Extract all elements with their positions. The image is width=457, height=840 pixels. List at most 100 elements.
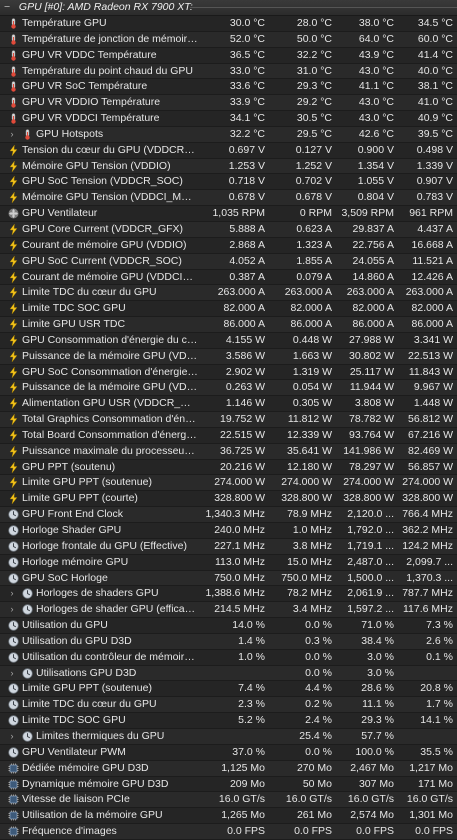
sensor-row[interactable]: GPU Consommation d'énergie du cœur ... 4.… xyxy=(0,333,457,349)
sensor-row[interactable]: Dynamique mémoire GPU D3D 209 Mo 50 Mo 307 … xyxy=(0,777,457,793)
sensor-row[interactable]: Limite GPU PPT (soutenue) 274.000 W 274.00… xyxy=(0,475,457,492)
sensor-row[interactable]: GPU Front End Clock 1,340.3 MHz 78.9 MHz 2,… xyxy=(0,507,457,523)
expand-icon[interactable]: › xyxy=(8,602,16,617)
expand-icon[interactable]: › xyxy=(8,729,16,744)
clock-icon xyxy=(8,636,19,647)
sensor-row[interactable]: GPU SoC Horloge 750.0 MHz 750.0 MHz 1,500.0… xyxy=(0,570,457,587)
minimum-value: 0.305 W xyxy=(292,397,332,410)
sensor-row[interactable]: Puissance de la mémoire GPU (VDDIO) 3.586… xyxy=(0,348,457,365)
sensor-row[interactable]: Limite TDC du cœur du GPU 2.3 % 0.2 % 11.1 … xyxy=(0,697,457,714)
sensor-row[interactable]: Utilisation du contrôleur de mémoire GPU… xyxy=(0,650,457,666)
lightning-icon xyxy=(8,287,19,299)
average-value: 40.9 °C xyxy=(417,112,453,125)
maximum-value: 1.354 V xyxy=(357,159,394,172)
sensor-row[interactable]: Limite TDC SOC GPU 82.000 A 82.000 A 82.000… xyxy=(0,301,457,318)
collapse-icon[interactable]: − xyxy=(4,0,14,15)
sensor-row[interactable]: › GPU Hotspots 32.2 °C 29.5 °C 42.6 °C 39.5 °… xyxy=(0,126,457,143)
sensor-row[interactable]: Limite GPU USR TDC 86.000 A 86.000 A 86.000… xyxy=(0,317,457,333)
sensor-row[interactable]: GPU SoC Consommation d'énergie (VD... 2.9… xyxy=(0,365,457,381)
sensor-row[interactable]: Mémoire GPU Tension (VDDIO) 1.253 V 1.252 … xyxy=(0,158,457,175)
clock-icon xyxy=(8,509,19,520)
sensor-row[interactable]: GPU Core Current (VDDCR_GFX) 5.888 A 0.623… xyxy=(0,221,457,238)
expand-icon[interactable]: › xyxy=(8,666,16,681)
sensor-label: Total Graphics Consommation d'énergi... xyxy=(22,413,198,426)
average-value: 34.5 °C xyxy=(417,17,453,29)
sensor-row[interactable]: Horloge mémoire GPU 113.0 MHz 15.0 MHz 2,48… xyxy=(0,555,457,571)
sensor-row[interactable]: GPU Ventilateur 1,035 RPM 0 RPM 3,509 RPM 96… xyxy=(0,206,457,222)
sensor-row[interactable]: GPU Ventilateur PWM 37.0 % 0.0 % 100.0 % 35.… xyxy=(0,745,457,761)
sensor-label: GPU VR VDDC Température xyxy=(22,48,157,61)
average-value: 1.7 % xyxy=(426,698,453,711)
sensor-group-title: GPU [#0]: AMD Radeon RX 7900 XT: xyxy=(18,1,193,13)
sensor-row[interactable]: Tension du cœur du GPU (VDDCR_GFX) 0.697 … xyxy=(0,143,457,159)
expand-icon[interactable]: › xyxy=(8,586,16,601)
sensor-label: Horloge frontale du GPU (Effective) xyxy=(22,539,187,552)
sensor-row[interactable]: GPU PPT (soutenu) 20.216 W 12.180 W 78.297 … xyxy=(0,460,457,476)
sensor-row[interactable]: Utilisation de la mémoire GPU 1,265 Mo 261… xyxy=(0,808,457,825)
maximum-value: 43.0 °C xyxy=(358,96,394,109)
sensor-row[interactable]: GPU SoC Current (VDDCR_SOC) 4.052 A 1.855 … xyxy=(0,253,457,270)
sensor-row[interactable]: › Utilisations GPU D3D 0.0 % 3.0 % xyxy=(0,665,457,682)
sensor-row[interactable]: Limite TDC SOC GPU 5.2 % 2.4 % 29.3 % 14.1 % xyxy=(0,713,457,729)
sensor-row[interactable]: Mémoire GPU Tension (VDDCI_MEM) 0.678 V 0.… xyxy=(0,190,457,207)
lightning-icon xyxy=(8,303,19,315)
sensor-row[interactable]: GPU VR VDDIO Température 33.9 °C 29.2 °C 43… xyxy=(0,95,457,112)
sensor-row[interactable]: Total Graphics Consommation d'énergi... 1… xyxy=(0,412,457,428)
average-value: 20.8 % xyxy=(420,682,453,695)
average-value: 1,301 Mo xyxy=(409,809,453,822)
maximum-value: 82.000 A xyxy=(352,302,394,315)
sensor-row[interactable]: › Limites thermiques du GPU 25.4 % 57.7 % xyxy=(0,728,457,745)
sensor-row[interactable]: Alimentation GPU USR (VDDCR_USR) 1.146 W 0… xyxy=(0,396,457,413)
sensor-row[interactable]: Total Board Consommation d'énergie (... 2… xyxy=(0,428,457,444)
current-value: 1.4 % xyxy=(238,634,265,647)
sensor-row[interactable]: Courant de mémoire GPU (VDDIO) 2.868 A 1.3… xyxy=(0,238,457,254)
maximum-value: 29.837 A xyxy=(352,222,394,235)
current-value: 2.868 A xyxy=(229,238,265,251)
sensor-row[interactable]: Température GPU 30.0 °C 28.0 °C 38.0 °C 34.5… xyxy=(0,16,457,32)
sensor-row[interactable]: Température du point chaud du GPU 33.0 °C… xyxy=(0,63,457,80)
average-value: 1.339 V xyxy=(416,159,453,172)
average-value: 7.3 % xyxy=(426,619,453,632)
sensor-row[interactable]: Courant de mémoire GPU (VDDCI_MEM) 0.387 … xyxy=(0,270,457,286)
sensor-row[interactable]: Puissance de la mémoire GPU (VDDCI_... 0.… xyxy=(0,380,457,397)
maximum-value: 2,061.9 ... xyxy=(347,587,394,600)
sensor-label: Limite GPU PPT (soutenue) xyxy=(22,682,152,695)
average-value: 86.000 A xyxy=(411,318,453,331)
sensor-row[interactable]: Limite GPU PPT (soutenue) 7.4 % 4.4 % 28.6 … xyxy=(0,681,457,698)
clock-icon xyxy=(22,588,33,600)
sensor-label: Alimentation GPU USR (VDDCR_USR) xyxy=(22,397,198,410)
current-value: 1,125 Mo xyxy=(221,761,265,774)
sensor-row[interactable]: Puissance maximale du processeur gra... 3… xyxy=(0,443,457,460)
sensor-row[interactable]: Vitesse de liaison PCIe 16.0 GT/s 16.0 GT/… xyxy=(0,792,457,809)
sensor-row[interactable]: › Horloges de shader GPU (efficaces) 214.5… xyxy=(0,602,457,619)
current-value: 209 Mo xyxy=(229,777,265,790)
maximum-value: 2,467 Mo xyxy=(350,761,394,774)
sensor-row[interactable]: Limite TDC du cœur du GPU 263.000 A 263.00… xyxy=(0,285,457,302)
average-value: 1.448 W xyxy=(413,397,453,410)
sensor-row[interactable]: Température de jonction de mémoire GPU 52… xyxy=(0,31,457,48)
maximum-value: 25.117 W xyxy=(349,365,394,378)
current-value: 1,388.6 MHz xyxy=(205,587,265,600)
expand-icon[interactable]: › xyxy=(8,127,16,142)
sensor-row[interactable]: Utilisation du GPU D3D 1.4 % 0.3 % 38.4 % 2.… xyxy=(0,633,457,650)
sensor-row[interactable]: › Horloges de shaders GPU 1,388.6 MHz 78.2 … xyxy=(0,586,457,603)
sensor-row[interactable]: GPU VR SoC Température 33.6 °C 29.3 °C 41.1… xyxy=(0,79,457,96)
sensor-label: Limite TDC SOC GPU xyxy=(22,714,126,727)
sensor-row[interactable]: Horloge frontale du GPU (Effective) 227.1… xyxy=(0,538,457,555)
sensor-row[interactable]: Dédiée mémoire GPU D3D 1,125 Mo 270 Mo 2,46… xyxy=(0,760,457,777)
sensor-row[interactable]: Limite GPU PPT (courte) 328.800 W 328.800 … xyxy=(0,491,457,508)
sensor-group-header[interactable]: − GPU [#0]: AMD Radeon RX 7900 XT: xyxy=(0,0,457,16)
minimum-value: 29.3 °C xyxy=(296,80,332,93)
sensor-row[interactable]: Fréquence d'images 0.0 FPS 0.0 FPS 0.0 FPS 0… xyxy=(0,824,457,840)
sensor-row[interactable]: Horloge Shader GPU 240.0 MHz 1.0 MHz 1,792.… xyxy=(0,523,457,539)
maximum-value: 307 Mo xyxy=(358,777,394,790)
sensor-row[interactable]: GPU VR VDDCI Température 34.1 °C 30.5 °C 43… xyxy=(0,111,457,127)
sensor-label: Horloge Shader GPU xyxy=(22,524,122,536)
current-value: 32.2 °C xyxy=(229,127,265,140)
maximum-value: 141.986 W xyxy=(343,444,394,457)
sensor-row[interactable]: GPU SoC Tension (VDDCR_SOC) 0.718 V 0.702 … xyxy=(0,174,457,191)
sensor-row[interactable]: Utilisation du GPU 14.0 % 0.0 % 71.0 % 7.3 % xyxy=(0,618,457,634)
maximum-value: 38.0 °C xyxy=(358,17,394,29)
minimum-value: 1.0 MHz xyxy=(292,524,332,536)
sensor-row[interactable]: GPU VR VDDC Température 36.5 °C 32.2 °C 43.… xyxy=(0,48,457,64)
